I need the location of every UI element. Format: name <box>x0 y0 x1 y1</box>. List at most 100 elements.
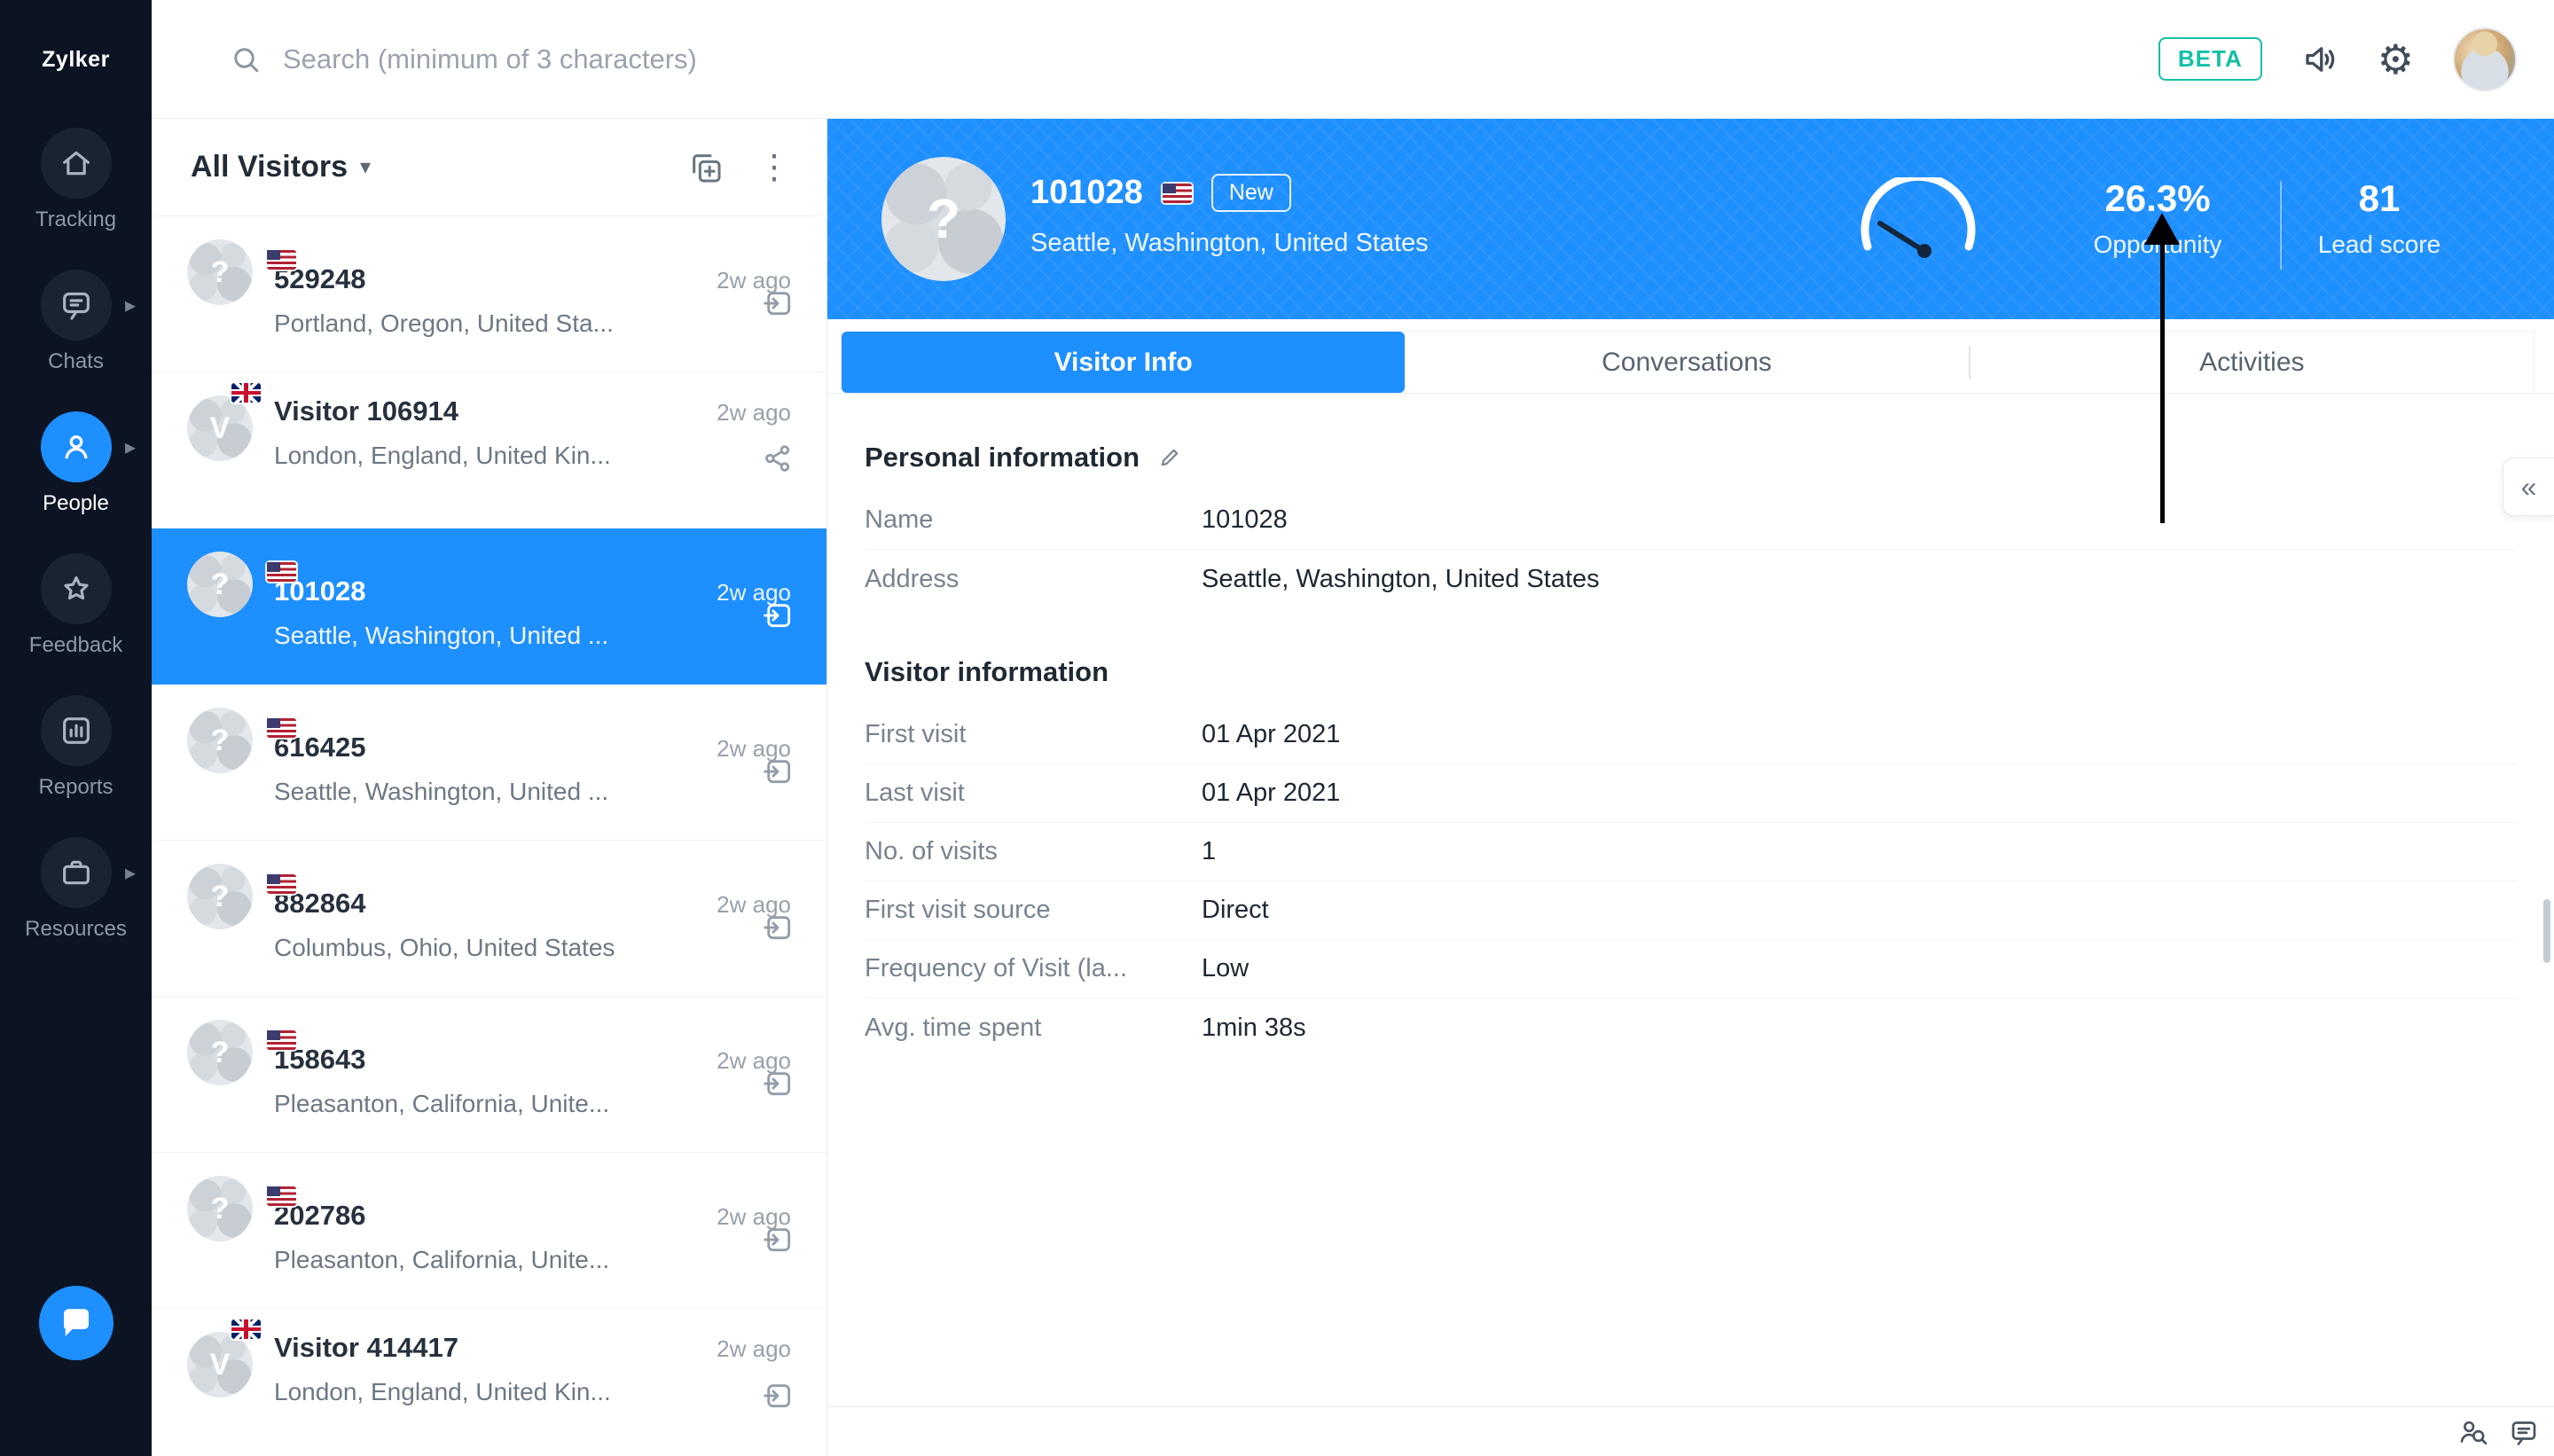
chat-note-icon[interactable] <box>2508 1416 2540 1448</box>
visitor-location: London, England, United Kin... <box>274 442 753 470</box>
visitor-avatar: ? <box>187 552 253 617</box>
detail-footer <box>827 1406 2554 1456</box>
info-row-address: Address Seattle, Washington, United Stat… <box>865 550 2517 608</box>
tab-conversations[interactable]: Conversations <box>1405 332 1968 393</box>
person-icon <box>41 411 112 482</box>
opportunity-gauge-icon <box>1852 177 1985 262</box>
collapse-panel-button[interactable]: « <box>2503 458 2554 516</box>
forward-icon[interactable] <box>761 286 795 319</box>
section-title-visitor-information: Visitor information <box>865 656 2517 688</box>
sidebar-item-feedback[interactable]: Feedback <box>0 544 152 686</box>
star-icon <box>41 553 112 624</box>
info-row-frequency-of-visit: Frequency of Visit (la... Low <box>865 940 2517 998</box>
edit-pencil-icon[interactable] <box>1157 445 1182 470</box>
sidebar-item-label: Chats <box>48 349 104 374</box>
sidebar: Zylker Tracking Chats ▸ People ▸ Feedbac… <box>0 0 152 1456</box>
visitor-detail-location: Seattle, Washington, United States <box>1030 229 1429 258</box>
visitor-avatar: ? <box>187 708 253 773</box>
forward-icon[interactable] <box>761 754 795 787</box>
visitor-list-item-selected[interactable]: ? 101028 2w ago Seattle, Washington, Uni… <box>152 528 827 685</box>
bar-chart-icon <box>41 695 112 766</box>
us-flag-icon <box>267 1030 296 1050</box>
briefcase-icon <box>41 837 112 908</box>
visitor-avatar: ? <box>187 239 253 305</box>
gear-icon[interactable]: ⚙ <box>2378 39 2414 80</box>
forward-icon[interactable] <box>761 598 795 631</box>
sidebar-item-people[interactable]: People ▸ <box>0 403 152 544</box>
visitor-list-title-dropdown[interactable]: All Visitors <box>191 150 348 184</box>
caret-down-icon: ▾ <box>360 154 371 180</box>
info-row-no-of-visits: No. of visits 1 <box>865 823 2517 881</box>
info-row-last-visit: Last visit 01 Apr 2021 <box>865 764 2517 823</box>
tab-activities[interactable]: Activities <box>1970 332 2534 393</box>
visitor-avatar: ? <box>187 1176 253 1241</box>
section-title-personal-information: Personal information <box>865 442 2517 474</box>
visitor-list-item[interactable]: ? 529248 2w ago Portland, Oregon, United… <box>152 216 827 372</box>
visitor-list-item[interactable]: V Visitor 106914 2w ago London, England,… <box>152 372 827 528</box>
forward-icon[interactable] <box>761 910 795 943</box>
stats-divider <box>2280 181 2282 270</box>
speaker-icon[interactable] <box>2301 41 2339 78</box>
visitor-location: Pleasanton, California, Unite... <box>274 1246 753 1274</box>
visitor-list-header: All Visitors ▾ ⋮ <box>152 119 827 216</box>
sidebar-item-label: Reports <box>38 775 113 800</box>
visitor-name: Visitor 414417 <box>274 1332 458 1364</box>
visitor-name: Visitor 106914 <box>274 395 458 427</box>
visitor-list-item[interactable]: ? 202786 2w ago Pleasanton, California, … <box>152 1153 827 1309</box>
sidebar-item-label: Tracking <box>35 207 116 232</box>
visitor-detail-header: ? 101028 New Seattle, Washington, United… <box>827 119 2554 319</box>
sidebar-item-resources[interactable]: Resources ▸ <box>0 828 152 970</box>
visitor-location: Pleasanton, California, Unite... <box>274 1090 753 1118</box>
forward-icon[interactable] <box>761 1222 795 1256</box>
us-flag-icon <box>267 1186 296 1206</box>
info-row-first-visit: First visit 01 Apr 2021 <box>865 706 2517 764</box>
info-row-avg-time-spent: Avg. time spent 1min 38s <box>865 998 2517 1057</box>
chevron-right-icon: ▸ <box>125 860 136 886</box>
visitor-location: Columbus, Ohio, United States <box>274 934 753 962</box>
visitor-avatar: V <box>187 1332 253 1397</box>
visitor-location: Portland, Oregon, United Sta... <box>274 309 753 338</box>
share-icon[interactable] <box>761 442 795 475</box>
scrollbar-handle[interactable] <box>2543 899 2550 963</box>
us-flag-icon <box>267 874 296 894</box>
visitor-detail-name: 101028 <box>1030 174 1143 212</box>
search-input[interactable] <box>283 43 1081 75</box>
visitor-list-item[interactable]: V Visitor 414417 2w ago London, England,… <box>152 1309 827 1456</box>
chevron-right-icon: ▸ <box>125 434 136 460</box>
visitor-list-item[interactable]: ? 158643 2w ago Pleasanton, California, … <box>152 997 827 1153</box>
sidebar-item-chats[interactable]: Chats ▸ <box>0 261 152 403</box>
visitor-location: Seattle, Washington, United ... <box>274 778 753 806</box>
forward-icon[interactable] <box>761 1378 795 1412</box>
visitor-list-item[interactable]: ? 882864 2w ago Columbus, Ohio, United S… <box>152 841 827 997</box>
sidebar-item-tracking[interactable]: Tracking <box>0 119 152 261</box>
visitor-avatar: ? <box>187 864 253 929</box>
home-icon <box>41 128 112 199</box>
visitor-last-seen: 2w ago <box>717 1335 791 1363</box>
visitor-avatar-large: ? <box>881 157 1006 281</box>
chat-fab-button[interactable] <box>39 1286 114 1360</box>
info-row-name: Name 101028 <box>865 491 2517 550</box>
visitor-location: London, England, United Kin... <box>274 1378 753 1406</box>
topbar: BETA ⚙ <box>152 0 2554 119</box>
visitor-list-item[interactable]: ? 616425 2w ago Seattle, Washington, Uni… <box>152 685 827 841</box>
us-flag-icon <box>1163 184 1192 203</box>
kebab-menu-icon[interactable]: ⋮ <box>757 151 791 184</box>
visitor-avatar: ? <box>187 1020 253 1085</box>
annotation-arrow <box>2144 213 2180 523</box>
topbar-actions: BETA ⚙ <box>2158 27 2554 91</box>
new-status-badge: New <box>1211 174 1291 212</box>
uk-flag-icon <box>231 1319 261 1339</box>
visitor-information-rows: First visit 01 Apr 2021 Last visit 01 Ap… <box>865 706 2517 1057</box>
visitor-last-seen: 2w ago <box>717 399 791 427</box>
beta-badge: BETA <box>2158 37 2262 81</box>
visitor-avatar: V <box>187 395 253 461</box>
add-view-icon[interactable] <box>688 150 724 185</box>
sidebar-item-reports[interactable]: Reports <box>0 686 152 828</box>
user-avatar[interactable] <box>2453 27 2517 91</box>
forward-icon[interactable] <box>761 1066 795 1100</box>
detail-tabs: Visitor Info Conversations Activities <box>827 319 2554 394</box>
tab-visitor-info[interactable]: Visitor Info <box>842 332 1405 393</box>
visitor-lookup-icon[interactable] <box>2456 1416 2488 1448</box>
us-flag-icon <box>267 562 296 582</box>
lead-score-stat: 81 Lead score <box>2295 177 2464 259</box>
